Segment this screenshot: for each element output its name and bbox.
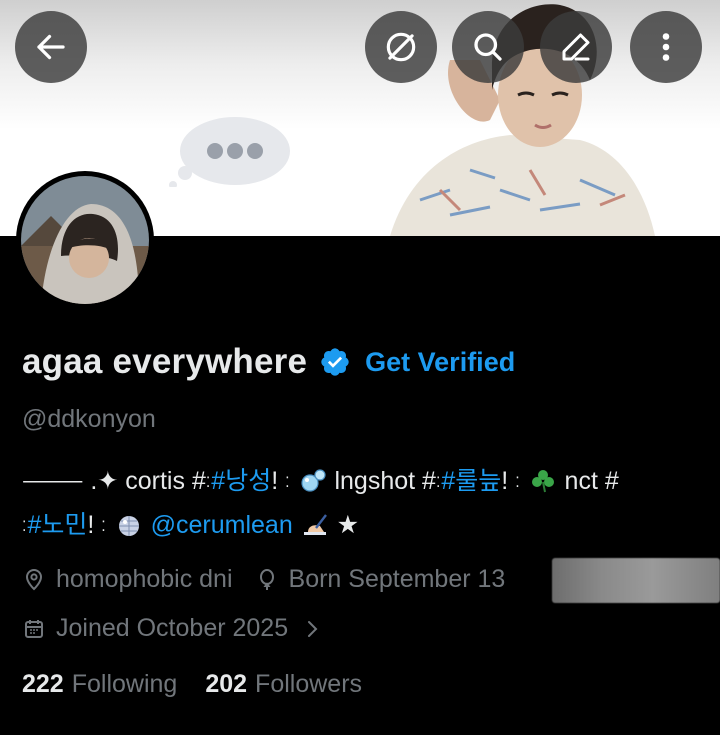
profile-name-row: agaa everywhere Get Verified <box>22 339 515 385</box>
avatar[interactable] <box>16 171 154 309</box>
calendar-icon <box>25 619 43 638</box>
mention-link[interactable]: @cerumlean <box>151 511 293 539</box>
shamrock-emoji-icon <box>531 470 554 493</box>
follow-stats: 222 Following 202 Followers <box>22 670 390 699</box>
joined-text: Joined October 2025 <box>56 614 289 642</box>
user-handle: @ddkonyon <box>22 405 156 433</box>
back-button[interactable] <box>15 11 87 83</box>
balloon-icon <box>259 568 274 590</box>
bio-dots: ⁚ <box>515 473 521 490</box>
location-text: homophobic dni <box>56 565 233 593</box>
following-link[interactable]: 222 Following <box>22 670 177 699</box>
slashed-circle-icon <box>386 32 416 62</box>
bio-dots: ⁚ <box>285 473 291 490</box>
block-button[interactable] <box>365 11 437 83</box>
bio-text: ★ <box>329 510 360 539</box>
bio-hash-symbol: # <box>604 467 619 495</box>
birthday-text: Born September 13 <box>288 565 506 593</box>
hashtag-link[interactable]: #낭성 <box>211 467 271 495</box>
edit-button[interactable] <box>540 11 612 83</box>
hashtag-link[interactable]: #룰늪 <box>441 467 501 495</box>
bio-hash-symbol: # <box>422 467 436 495</box>
typing-bubble-image <box>169 117 290 187</box>
writing-hand-emoji-icon <box>303 514 327 535</box>
location-pin-icon <box>25 568 43 590</box>
hashtag-link[interactable]: #노민 <box>27 511 87 539</box>
joined-row[interactable]: Joined October 2025 <box>22 614 324 643</box>
bio-text: ! <box>87 510 102 539</box>
bio-text: nct <box>557 467 605 495</box>
redaction-overlay <box>552 558 720 603</box>
search-button[interactable] <box>452 11 524 83</box>
search-icon <box>474 33 502 61</box>
mirror-ball-emoji-icon <box>118 515 139 536</box>
chevron-right-icon <box>308 620 318 637</box>
more-options-button[interactable] <box>630 11 702 83</box>
profile-bio: ⸻ .✦ cortis #⁚#낭성! ⁚ lngshot #⁚#룰늪! ⁚ nc… <box>22 460 712 548</box>
following-label: Following <box>71 670 178 698</box>
vertical-dots-icon <box>662 33 670 61</box>
followers-link[interactable]: 202 Followers <box>205 670 362 699</box>
verified-badge-icon[interactable] <box>319 346 351 378</box>
bio-text: ! <box>271 467 286 495</box>
followers-label: Followers <box>255 670 363 698</box>
bio-text: ⸻ .✦ cortis <box>22 467 192 495</box>
avatar-image <box>21 176 149 304</box>
get-verified-link[interactable]: Get Verified <box>365 347 515 378</box>
pencil-icon <box>562 33 590 61</box>
display-name: agaa everywhere <box>22 342 308 381</box>
followers-count: 202 <box>205 670 248 698</box>
bubbles-emoji-icon <box>300 469 326 492</box>
bio-hash-symbol: # <box>191 467 206 495</box>
bio-dots: ⁚ <box>101 517 107 534</box>
bio-text: lngshot <box>327 467 423 495</box>
profile-meta-row: homophobic dni Born September 13 <box>22 565 505 594</box>
bio-text: ! <box>501 467 516 495</box>
arrow-left-icon <box>37 34 65 60</box>
following-count: 222 <box>22 670 64 698</box>
